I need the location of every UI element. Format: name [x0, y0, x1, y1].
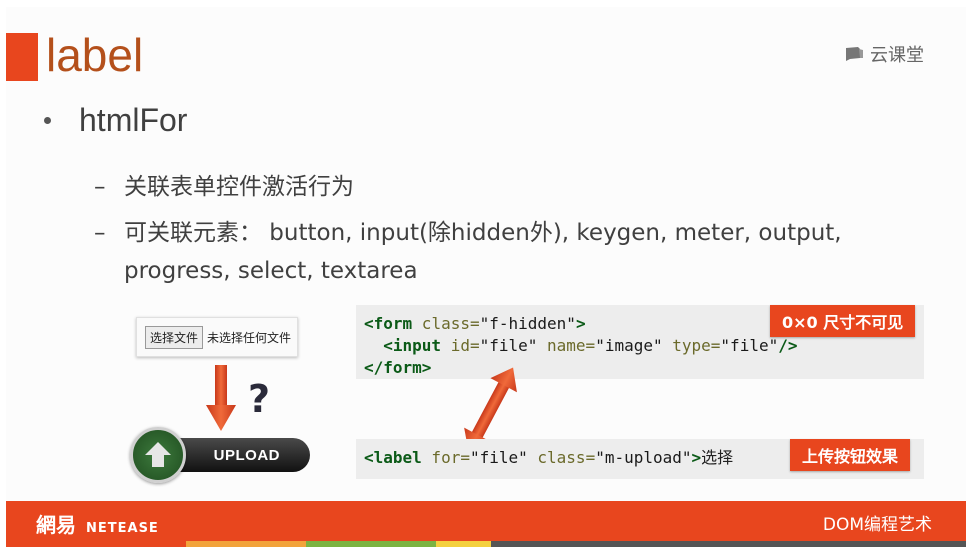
sub-item-text: 可关联元素： button, input(除hidden外), keygen, …	[124, 220, 842, 246]
cloud-classroom-icon	[844, 46, 864, 62]
sub-item-text: 关联表单控件激活行为	[124, 174, 354, 200]
netease-logo: 網易 NETEASE	[36, 509, 159, 538]
file-status-text: 未选择任何文件	[207, 330, 292, 345]
brand-text: 云课堂	[870, 45, 924, 66]
course-title: DOM编程艺术	[822, 515, 932, 535]
code-line: </form>	[364, 358, 432, 377]
footer-bar: 網易 NETEASE DOM编程艺术	[6, 501, 966, 541]
bullet-item: htmlFor	[44, 102, 187, 139]
upload-effect-badge: 上传按钮效果	[790, 439, 911, 471]
bullet-dot-icon	[44, 117, 51, 124]
upload-arrow-icon	[130, 427, 186, 483]
down-arrow-icon	[206, 365, 236, 431]
file-input-demo: 选择文件 未选择任何文件	[136, 317, 298, 357]
logo-en: NETEASE	[86, 521, 159, 536]
question-mark-icon: ?	[248, 377, 271, 421]
sub-item: – 关联表单控件激活行为	[94, 174, 354, 200]
logo-cn: 網易	[36, 513, 76, 537]
slide: label 云课堂 htmlFor – 关联表单控件激活行为 – 可关联元素： bu…	[6, 7, 966, 547]
hidden-size-badge: 0×0 尺寸不可见	[770, 305, 916, 337]
brand-logo: 云课堂	[844, 41, 924, 67]
code-line: <input id="file" name="image" type="file…	[383, 336, 798, 355]
footer-color-strip	[6, 541, 966, 547]
title-accent-bar	[6, 33, 38, 81]
sub-item-continuation: progress, select, textarea	[124, 258, 418, 284]
sub-item: – 可关联元素： button, input(除hidden外), keygen,…	[94, 220, 842, 246]
bullet-text: htmlFor	[79, 102, 188, 138]
slide-title: label	[46, 29, 144, 81]
upload-button-demo[interactable]: UPLOAD	[130, 427, 312, 483]
choose-file-button[interactable]: 选择文件	[145, 325, 204, 349]
